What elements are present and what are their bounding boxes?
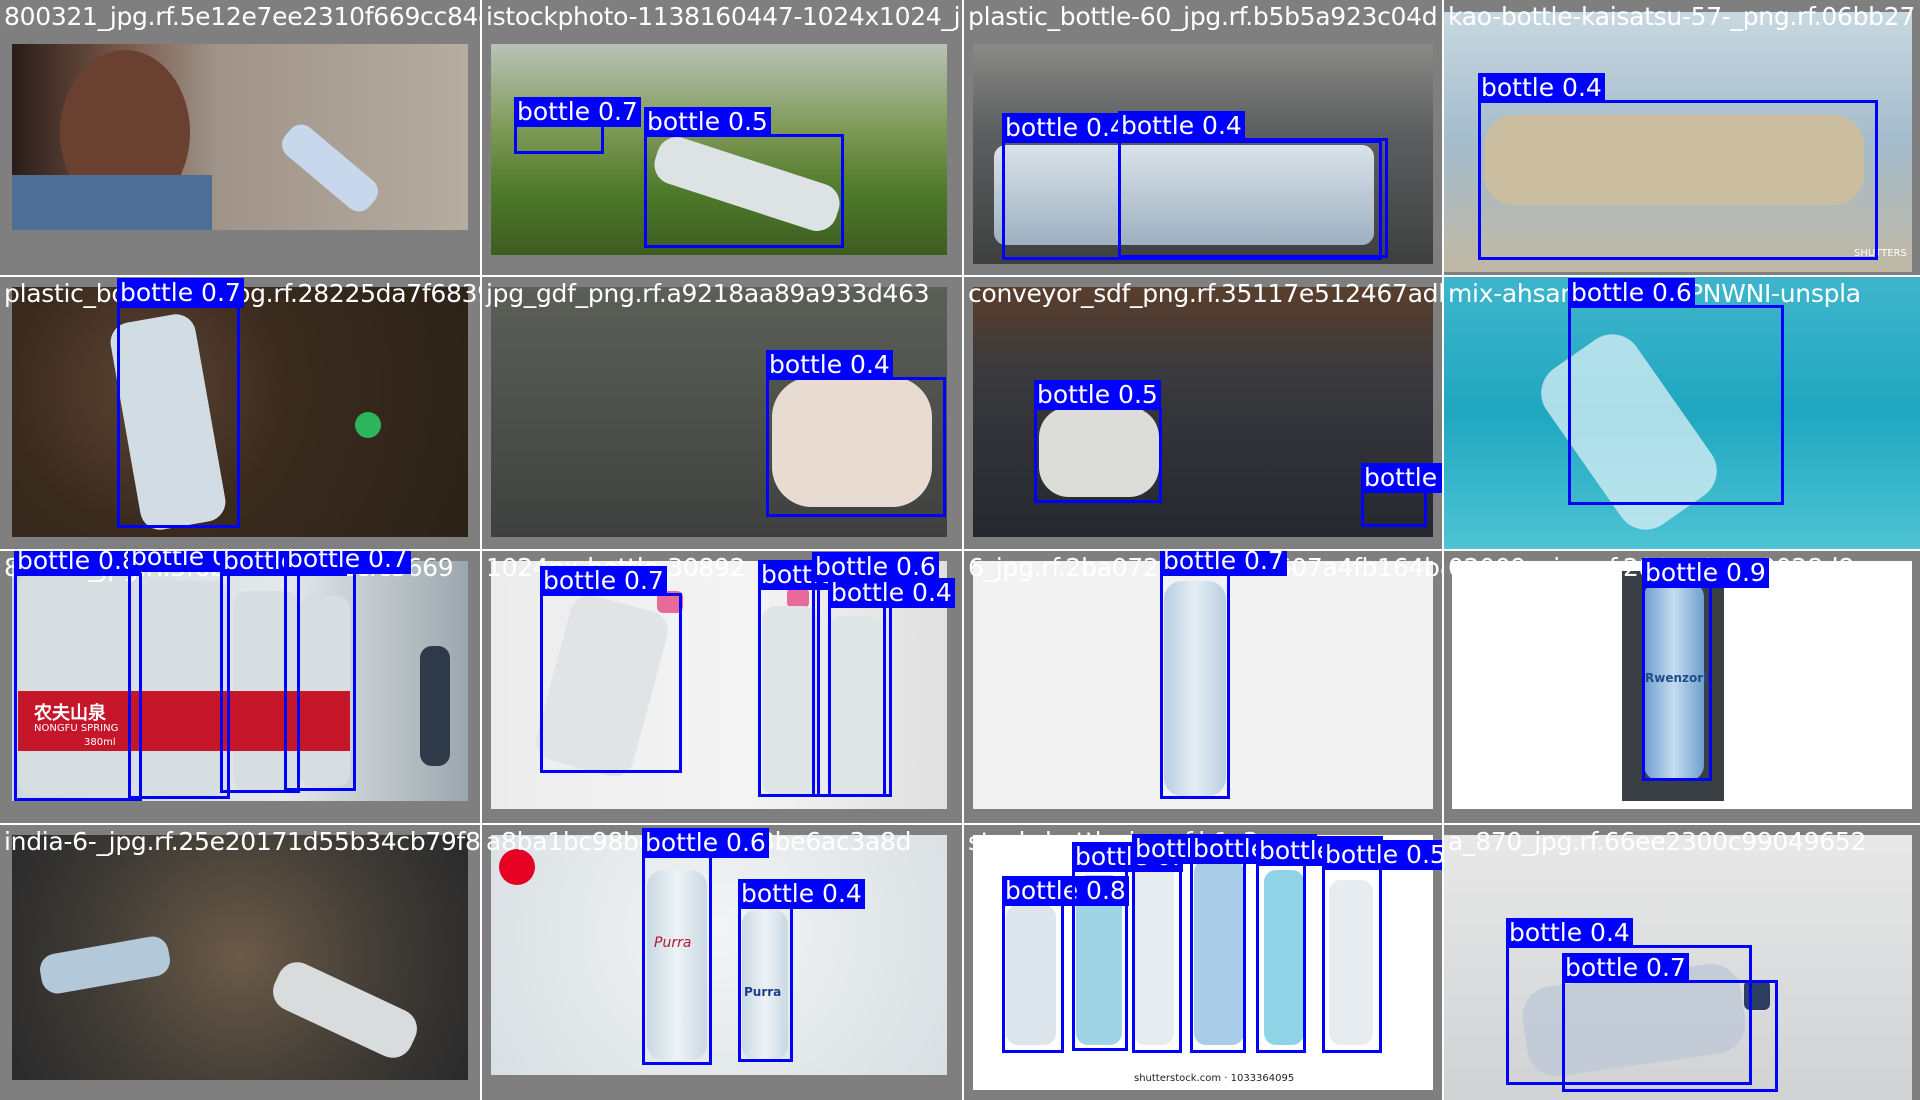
detection-box: bottle 0.6 xyxy=(642,828,769,1065)
filename-label: india-6-_jpg.rf.25e20171d55b34cb79f8d9 xyxy=(4,827,480,856)
tile-16: a_870_jpg.rf.66ee2300c99049652 bottle 0.… xyxy=(1444,825,1920,1100)
filename-label: conveyor_sdf_png.rf.35117e512467adbeebab… xyxy=(968,279,1442,308)
stock-id: shutterstock.com · 1033364095 xyxy=(1134,1073,1295,1084)
detection-label: bottle 0.4 xyxy=(1478,73,1605,103)
filename-label: 800321_jpg.rf.5e12e7ee2310f669cc84ec8c8b… xyxy=(4,2,480,31)
detection-label: bottle 0.4 xyxy=(1002,113,1129,143)
detection-label: bottle 0.6 xyxy=(1568,278,1695,308)
detection-label: bottle 0.5 xyxy=(1322,840,1442,870)
grid-separator xyxy=(0,823,1920,825)
tile-10: 1024px-bottle-30892 bottle 0.7 bottle 0.… xyxy=(482,551,962,823)
filename-label: plastic_bottle-60_jpg.rf.b5b5a923c04d xyxy=(968,2,1438,31)
detection-box: bottle 0.4 xyxy=(1478,73,1878,260)
shirt-shape xyxy=(12,175,212,230)
tile-7: conveyor_sdf_png.rf.35117e512467adbeebab… xyxy=(964,277,1442,549)
detection-box: bottle 0.7 xyxy=(1256,836,1383,1053)
detection-box: bottle 0.4 xyxy=(738,879,865,1062)
tile-2: istockphoto-1138160447-1024x1024_jpg bot… xyxy=(482,0,962,275)
detection-label: bottle 0.5 xyxy=(644,107,771,137)
detection-label: bottle 0.4 xyxy=(828,578,955,608)
detection-label: bottle 0.7 xyxy=(540,566,667,596)
tile-5: plastic_bottle-69-_jpg.rf.28225da7f6839d… xyxy=(0,277,480,549)
tile-3: plastic_bottle-60_jpg.rf.b5b5a923c04d bo… xyxy=(964,0,1442,275)
tile-12: Rwenzori 02009a_jpg.rf.2865a93ce2028d8 b… xyxy=(1444,551,1920,823)
tile-15: shutterstock.com · 1033364095 stock_bott… xyxy=(964,825,1442,1100)
detection-box: bottle 0.7 xyxy=(117,278,244,528)
detection-box: bottle 0.6 xyxy=(1568,278,1784,505)
detection-box: bottle 0.4 xyxy=(828,578,955,797)
detection-box: bottle 0.7 xyxy=(540,566,682,773)
detection-box: bottle 0.7 xyxy=(514,97,641,154)
detection-box: bottle 0.8 xyxy=(1002,876,1129,1053)
detection-label: bottle 0.4 xyxy=(766,350,893,380)
detection-box: bottle 0.8 xyxy=(14,551,142,801)
detection-label: bottle 0.7 xyxy=(284,551,411,574)
tile-9: 农夫山泉 NONGFU SPRING 380ml 8c79f4_jpg.rf.3… xyxy=(0,551,480,823)
detection-box: bottle 0.7 xyxy=(1160,551,1287,799)
tile-8: mix-ahsan-5-y4sEMPNWNI-unspla bottle 0.6 xyxy=(1444,277,1920,549)
filename-label: istockphoto-1138160447-1024x1024_jpg xyxy=(486,2,962,31)
detection-box: bottle 0.4 xyxy=(766,350,946,517)
detection-box: bottle 0. xyxy=(128,551,239,799)
detection-label: bottle 0.7 xyxy=(1562,953,1689,983)
image-purra xyxy=(491,835,947,1075)
detection-box: bottle 0. xyxy=(1072,842,1183,1051)
detection-label: bottle 0.5 xyxy=(1034,380,1161,410)
detection-grid: 800321_jpg.rf.5e12e7ee2310f669cc84ec8c8b… xyxy=(0,0,1920,1100)
tile-6: jpg_gdf_png.rf.a9218aa89a933d463 bottle … xyxy=(482,277,962,549)
detection-box: bottle 0.5 xyxy=(1322,840,1442,1053)
filename-label: kao-bottle-kaisatsu-57-_png.rf.06bb27 xyxy=(1448,2,1915,31)
detection-label: bottle 0.8 xyxy=(14,551,141,576)
detection-label: bottle 0.4 xyxy=(1506,918,1633,948)
detection-label: bottle 0.7 xyxy=(117,278,244,308)
detection-box: bottle 0.5 xyxy=(644,107,844,248)
tile-14: Purra Purra a8ba1bc98bc0cd47d03be6ac3a8d… xyxy=(482,825,962,1100)
detection-label: bottle 0.7 xyxy=(1160,551,1287,576)
image-leaves-bottle xyxy=(12,287,468,537)
grid-separator xyxy=(0,275,1920,277)
person-shape xyxy=(420,646,450,766)
filename-label: jpg_gdf_png.rf.a9218aa89a933d463 xyxy=(486,279,930,308)
detection-label: bottle 0.3 xyxy=(1361,463,1442,493)
tile-11: 6_jpg.rf.2ba072e7f5bd9b607a4fb164b8a2405… xyxy=(964,551,1442,823)
detection-label: bottle 0.9 xyxy=(1642,558,1769,588)
detection-box: bottle 0.7 xyxy=(1562,953,1778,1092)
filename-label: a_870_jpg.rf.66ee2300c99049652 xyxy=(1448,827,1867,856)
grid-separator xyxy=(0,549,1920,551)
detection-box: bottle 0.5 xyxy=(1034,380,1162,503)
detection-box: bottle 0.7 xyxy=(284,551,411,791)
detection-label: bottle 0.7 xyxy=(514,97,641,127)
detection-box: bottle 0.9 xyxy=(1642,558,1769,781)
detection-label: bottle 0.4 xyxy=(738,879,865,909)
detection-label: bottle 0.4 xyxy=(1118,111,1245,141)
cap-shape xyxy=(355,412,381,438)
detection-box: bottle 0.3 xyxy=(1361,463,1442,527)
tile-1: 800321_jpg.rf.5e12e7ee2310f669cc84ec8c8b… xyxy=(0,0,480,275)
detection-box: bottle 0.4 xyxy=(1118,111,1388,258)
tile-13: india-6-_jpg.rf.25e20171d55b34cb79f8d9 xyxy=(0,825,480,1100)
tile-4: SHUTTERS kao-bottle-kaisatsu-57-_png.rf.… xyxy=(1444,0,1920,275)
detection-box: bottle 0.3 xyxy=(1132,834,1259,1053)
detection-label: bottle 0.6 xyxy=(642,828,769,858)
detection-box: bottle 0.5 xyxy=(758,560,885,797)
detection-box: bottle 0.5 xyxy=(1190,834,1317,1053)
